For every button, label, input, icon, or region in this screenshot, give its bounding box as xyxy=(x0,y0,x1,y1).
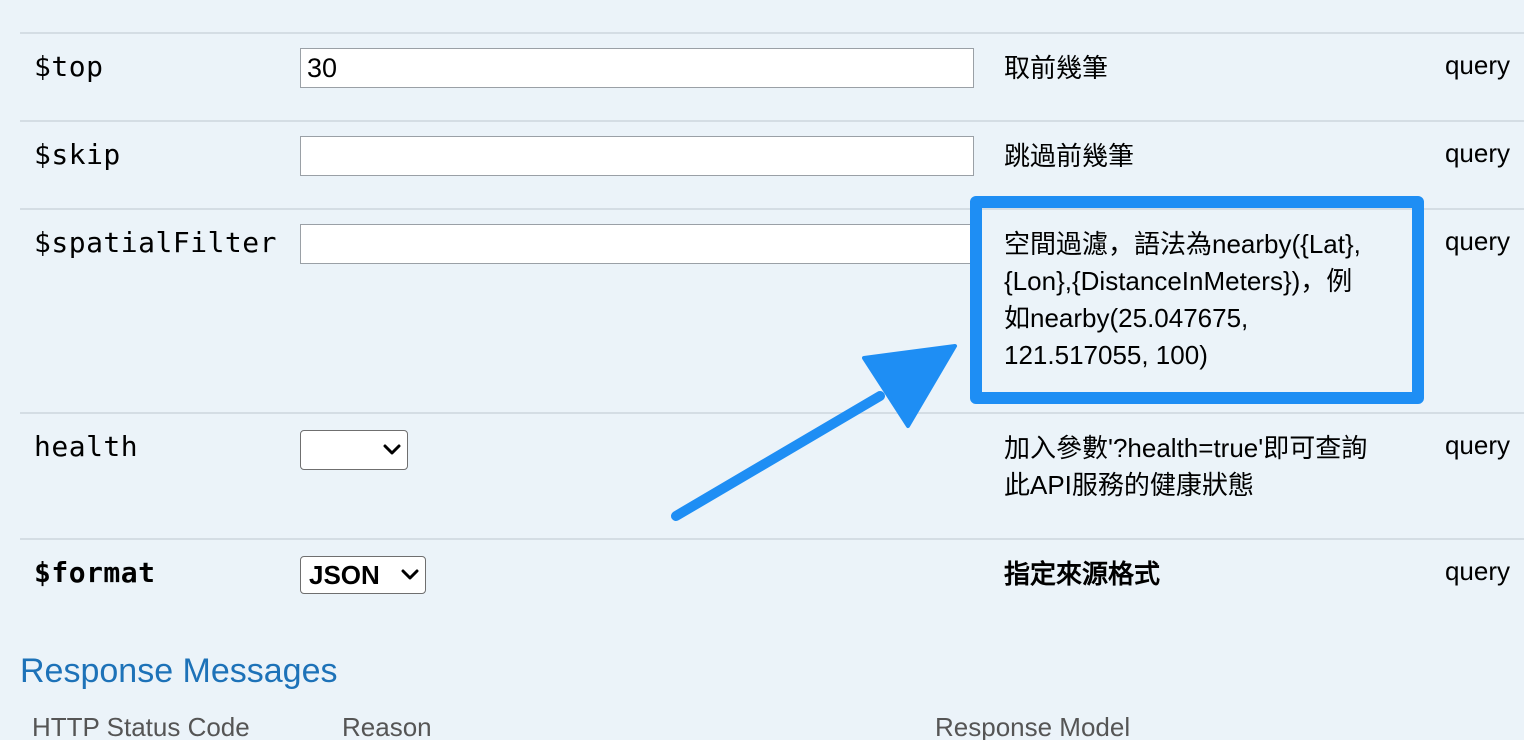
parameters-table: $top 取前幾筆 query $skip 跳過前幾筆 query $spati… xyxy=(20,32,1524,638)
description-line: 如nearby(25.047675, xyxy=(1004,303,1249,333)
select-value: JSON xyxy=(309,559,380,590)
param-location: query xyxy=(1444,138,1510,168)
param-name: $skip xyxy=(34,138,121,171)
param-row-skip: $skip 跳過前幾筆 query xyxy=(20,120,1524,208)
param-description: 指定來源格式 xyxy=(1004,559,1161,589)
param-description: 加入參數'?health=true'即可查詢 此API服務的健康狀態 xyxy=(1004,430,1414,504)
param-row-health: health 加入參數'?health=true'即可查詢 此API服務的健康狀… xyxy=(20,412,1524,538)
param-description: 取前幾筆 xyxy=(1004,53,1109,83)
description-line: 此API服務的健康狀態 xyxy=(1004,470,1254,500)
header-response-model: Response Model xyxy=(935,712,1131,740)
format-select[interactable]: JSON xyxy=(300,556,426,594)
param-name: $format xyxy=(34,556,156,589)
param-name: $top xyxy=(34,50,104,83)
header-reason: Reason xyxy=(342,712,432,740)
chevron-down-icon xyxy=(401,569,419,580)
param-name: health xyxy=(34,430,139,463)
param-row-spatialfilter: $spatialFilter 空間過濾，語法為nearby({Lat}, {Lo… xyxy=(20,208,1524,412)
param-description: 空間過濾，語法為nearby({Lat}, {Lon},{DistanceInM… xyxy=(1004,226,1414,374)
param-location: query xyxy=(1444,50,1510,80)
header-http-status-code: HTTP Status Code xyxy=(32,712,250,740)
param-location: query xyxy=(1444,430,1510,460)
spatialfilter-input[interactable] xyxy=(300,224,974,264)
param-name: $spatialFilter xyxy=(34,226,278,259)
top-input[interactable] xyxy=(300,48,974,88)
param-description: 跳過前幾筆 xyxy=(1004,141,1135,171)
swagger-parameters-page: $top 取前幾筆 query $skip 跳過前幾筆 query $spati… xyxy=(0,0,1524,740)
param-row-format: $format JSON 指定來源格式 query xyxy=(20,538,1524,638)
param-location: query xyxy=(1444,556,1510,586)
description-line: 121.517055, 100) xyxy=(1004,340,1208,370)
skip-input[interactable] xyxy=(300,136,974,176)
description-line: 加入參數'?health=true'即可查詢 xyxy=(1004,433,1368,463)
chevron-down-icon xyxy=(383,444,401,455)
description-line: 空間過濾，語法為nearby({Lat}, xyxy=(1004,229,1361,259)
response-messages-title: Response Messages xyxy=(20,652,338,690)
health-select[interactable] xyxy=(300,430,408,470)
description-line: {Lon},{DistanceInMeters})，例 xyxy=(1004,266,1353,296)
param-row-top: $top 取前幾筆 query xyxy=(20,32,1524,120)
param-location: query xyxy=(1444,226,1510,256)
